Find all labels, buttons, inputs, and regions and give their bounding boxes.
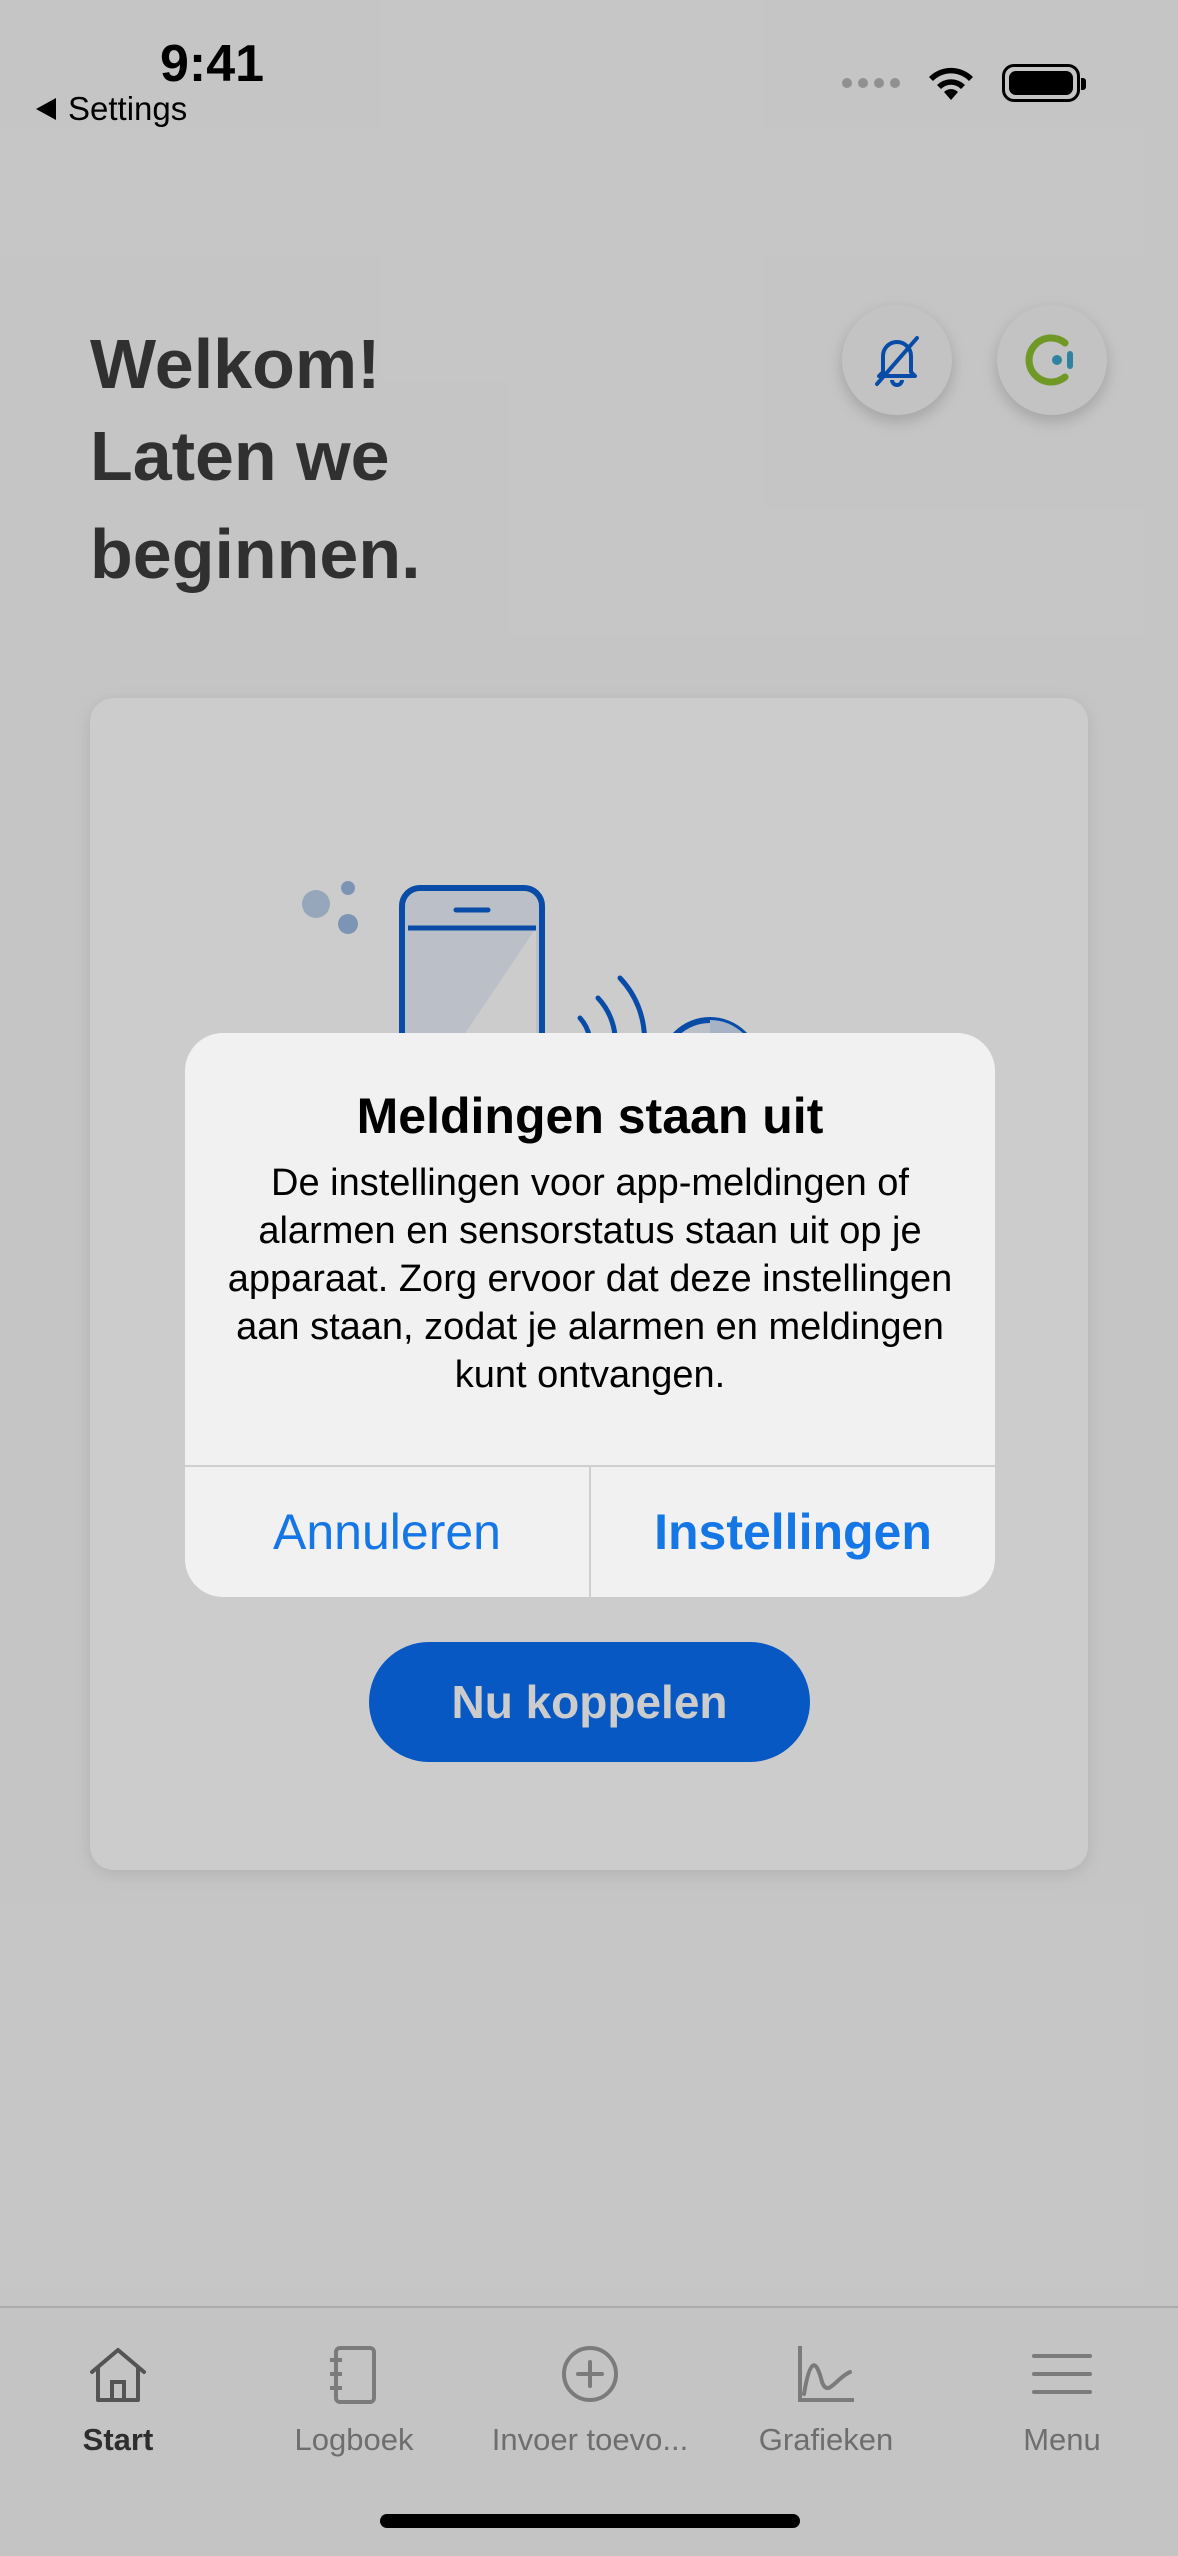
open-settings-button[interactable]: Instellingen xyxy=(589,1467,995,1597)
notifications-off-alert: Meldingen staan uit De instellingen voor… xyxy=(185,1033,995,1597)
alert-title: Meldingen staan uit xyxy=(356,1088,824,1144)
cancel-button[interactable]: Annuleren xyxy=(185,1467,589,1597)
alert-message: De instellingen voor app-meldingen of al… xyxy=(227,1162,953,1396)
alert-actions: Annuleren Instellingen xyxy=(185,1465,995,1597)
